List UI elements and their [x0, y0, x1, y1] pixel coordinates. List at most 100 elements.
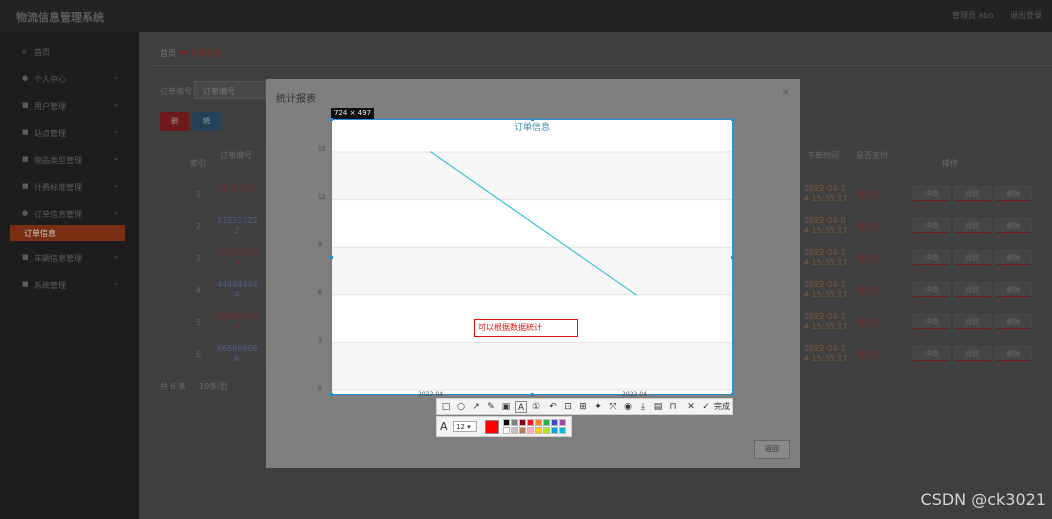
header-index: 索引: [190, 159, 206, 168]
close-icon[interactable]: ×: [782, 87, 790, 98]
modal-close-button[interactable]: 返回: [754, 440, 790, 459]
detail-button[interactable]: 详情: [913, 218, 950, 233]
translate-icon[interactable]: ⊞: [577, 401, 589, 413]
search-input[interactable]: 订单编号: [194, 81, 266, 99]
app-title: 物流信息管理系统: [16, 11, 104, 24]
order-time: 2022-04-1 4 15:35:17: [804, 248, 848, 268]
color-swatch[interactable]: [511, 427, 518, 434]
close-icon[interactable]: ✕: [685, 401, 697, 413]
resize-handle[interactable]: [531, 393, 534, 396]
color-swatch[interactable]: [551, 419, 558, 426]
undo-icon[interactable]: ↶: [547, 401, 559, 413]
row-delete-button[interactable]: 删除: [995, 218, 1032, 233]
record-icon[interactable]: ◉: [622, 401, 634, 413]
edit-button[interactable]: 修改: [954, 346, 991, 361]
resize-handle[interactable]: [731, 118, 734, 121]
row-delete-button[interactable]: 删除: [995, 346, 1032, 361]
bookmark-icon[interactable]: ⊓: [667, 401, 679, 413]
detail-button[interactable]: 详情: [913, 282, 950, 297]
color-swatch[interactable]: [527, 419, 534, 426]
mosaic-icon[interactable]: ▣: [500, 401, 512, 413]
chart-button[interactable]: 统: [192, 112, 221, 131]
text-icon[interactable]: A: [515, 401, 527, 413]
row-delete-button[interactable]: 删除: [995, 314, 1032, 329]
page-size-select[interactable]: 10条/页: [199, 381, 228, 392]
rectangle-icon[interactable]: □: [440, 401, 452, 413]
detail-button[interactable]: 详情: [913, 186, 950, 201]
admin-label[interactable]: 管理员 abo: [952, 11, 993, 20]
color-swatch[interactable]: [559, 427, 566, 434]
capture-region[interactable]: 订单信息: [331, 119, 733, 395]
sidebar-item-label: 物品类型管理: [34, 156, 82, 165]
color-swatch[interactable]: [503, 427, 510, 434]
delete-button[interactable]: 删: [160, 112, 189, 131]
color-swatch[interactable]: [543, 427, 550, 434]
color-swatch[interactable]: [511, 419, 518, 426]
chevron-down-icon: ⌄: [113, 154, 119, 162]
save-icon[interactable]: ▤: [652, 401, 664, 413]
pin-icon[interactable]: ✦: [592, 401, 604, 413]
download-icon[interactable]: ⤓: [637, 401, 649, 413]
color-swatch[interactable]: [559, 419, 566, 426]
done-button[interactable]: 完成: [714, 401, 730, 413]
logout-link[interactable]: 退出登录: [1010, 11, 1042, 20]
sidebar-item-users[interactable]: ■ 用户管理 ⌄: [0, 94, 139, 120]
sidebar-item-profile[interactable]: ● 个人中心 ⌄: [0, 67, 139, 93]
resize-handle[interactable]: [731, 393, 734, 396]
check-icon[interactable]: ✓: [700, 401, 712, 413]
color-swatch[interactable]: [503, 419, 510, 426]
pencil-icon[interactable]: ✎: [485, 401, 497, 413]
edit-button[interactable]: 修改: [954, 314, 991, 329]
resize-handle[interactable]: [531, 118, 534, 121]
top-bar: 物流信息管理系统 管理员 abo 退出登录: [0, 0, 1052, 33]
sidebar-item-billing[interactable]: ■ 计费标准管理 ⌄: [0, 175, 139, 201]
chevron-down-icon: ⌄: [113, 127, 119, 135]
long-capture-icon[interactable]: ⤧: [607, 401, 619, 413]
sidebar-item-system[interactable]: ■ 系统管理 ⌄: [0, 273, 139, 299]
detail-button[interactable]: 详情: [913, 314, 950, 329]
order-number: 22222222 2: [217, 216, 258, 236]
resize-handle[interactable]: [330, 118, 333, 121]
row-delete-button[interactable]: 删除: [995, 250, 1032, 265]
ellipse-icon[interactable]: ○: [455, 401, 467, 413]
color-swatch[interactable]: [535, 427, 542, 434]
row-delete-button[interactable]: 删除: [995, 282, 1032, 297]
users-icon: ■: [22, 101, 29, 109]
edit-button[interactable]: 修改: [954, 186, 991, 201]
order-number-line: 55555555: [217, 312, 258, 321]
time-line: 2022-04-1: [804, 184, 846, 193]
edit-button[interactable]: 修改: [954, 250, 991, 265]
sidebar-subitem-order-info[interactable]: 订单信息: [10, 225, 125, 241]
grid-icon: ■: [22, 128, 29, 136]
number-icon[interactable]: ①: [530, 401, 542, 413]
sidebar-item-vehicles[interactable]: ■ 车辆信息管理 ⌄: [0, 246, 139, 272]
color-swatch[interactable]: [527, 427, 534, 434]
sidebar-item-sites[interactable]: ■ 站点管理 ⌄: [0, 121, 139, 147]
top-right-links: 管理员 abo 退出登录: [938, 10, 1042, 21]
order-number-line: 6: [234, 354, 240, 363]
arrow-icon[interactable]: ↗: [470, 401, 482, 413]
time-line: 2022-04-1: [804, 312, 846, 321]
resize-handle[interactable]: [330, 256, 333, 259]
order-number: 55555555 5: [217, 312, 258, 332]
sidebar-item-item-types[interactable]: ■ 物品类型管理 ⌄: [0, 148, 139, 174]
color-swatch[interactable]: [519, 427, 526, 434]
sidebar-item-home[interactable]: ⌂ 首页: [0, 40, 139, 66]
user-icon: ●: [22, 74, 29, 82]
row-delete-button[interactable]: 删除: [995, 186, 1032, 201]
edit-button[interactable]: 修改: [954, 282, 991, 297]
color-swatch[interactable]: [519, 419, 526, 426]
color-swatch[interactable]: [535, 419, 542, 426]
breadcrumb-home[interactable]: 首页: [160, 49, 176, 58]
detail-button[interactable]: 详情: [913, 346, 950, 361]
resize-handle[interactable]: [731, 256, 734, 259]
text-annotation[interactable]: 可以根据数据统计: [474, 319, 578, 337]
color-swatch[interactable]: [551, 427, 558, 434]
color-swatch[interactable]: [543, 419, 550, 426]
resize-handle[interactable]: [330, 393, 333, 396]
selected-color-swatch[interactable]: [485, 420, 499, 434]
edit-button[interactable]: 修改: [954, 218, 991, 233]
detail-button[interactable]: 详情: [913, 250, 950, 265]
ocr-icon[interactable]: ⊡: [562, 401, 574, 413]
font-size-select[interactable]: 12 ▾: [453, 421, 477, 432]
